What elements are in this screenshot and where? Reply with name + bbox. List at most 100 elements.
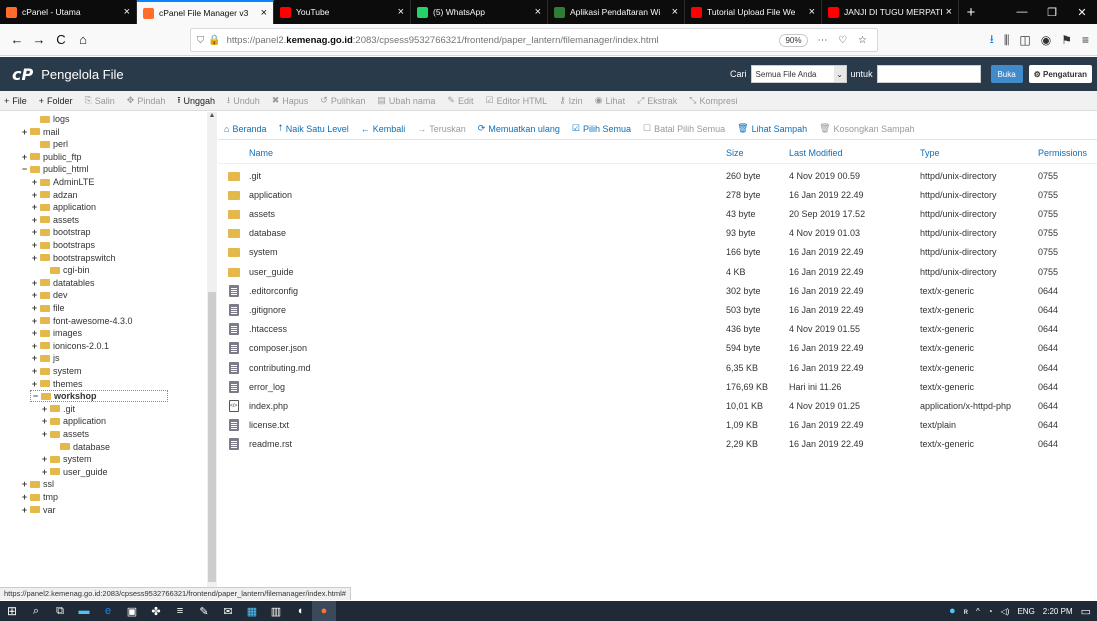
ekstrak-button[interactable]: ⤢ Ekstrak (637, 95, 677, 106)
close-icon[interactable]: × (261, 7, 267, 19)
file-name[interactable]: error_log (249, 382, 285, 392)
close-icon[interactable]: × (124, 6, 130, 18)
volume-icon[interactable]: ◁) (1001, 607, 1010, 616)
language-indicator[interactable]: ENG (1017, 607, 1034, 616)
expand-icon[interactable]: + (20, 479, 29, 489)
tree-item[interactable]: + application (30, 201, 96, 213)
table-row[interactable]: error_log 176,69 KB Hari ini 11.26 text/x-g… (218, 377, 1097, 396)
table-row[interactable]: system 166 byte 16 Jan 2019 22.49 httpd/uni… (218, 243, 1097, 262)
pilih-semua-button[interactable]: ☑ Pilih Semua (572, 123, 631, 134)
table-row[interactable]: database 93 byte 4 Nov 2019 01.03 httpd/uni… (218, 224, 1097, 243)
cpanel-logo[interactable]: cP (12, 65, 33, 84)
people-icon[interactable]: ʀ (964, 607, 968, 616)
tab-2[interactable]: YouTube × (274, 0, 411, 24)
tab-5[interactable]: Tutorial Upload File We × (685, 0, 822, 24)
file-name[interactable]: .htaccess (249, 324, 287, 334)
tab-1[interactable]: cPanel File Manager v3 × (137, 0, 274, 24)
expand-icon[interactable]: + (30, 215, 39, 225)
file-name[interactable]: assets (249, 209, 275, 219)
expand-icon[interactable]: + (30, 341, 39, 351)
tree-item[interactable]: perl (39, 138, 68, 150)
file-name[interactable]: .git (249, 171, 261, 181)
expand-icon[interactable]: + (30, 366, 39, 376)
shield-icon[interactable]: ⛉ (197, 35, 204, 46)
new-tab-icon[interactable]: + (959, 0, 983, 24)
col-name[interactable]: Name (249, 148, 273, 158)
kompresi-button[interactable]: ⤡ Kompresi (689, 95, 737, 106)
app-icon[interactable]: ◖ (288, 601, 312, 621)
tree-item[interactable]: + .git (40, 403, 75, 415)
table-row[interactable]: contributing.md 6,35 KB 16 Jan 2019 22.49 t… (218, 358, 1097, 377)
file-name[interactable]: composer.json (249, 343, 307, 353)
calculator-icon[interactable]: ▥ (264, 601, 288, 621)
file-name[interactable]: .editorconfig (249, 286, 298, 296)
table-row[interactable]: .editorconfig 302 byte 16 Jan 2019 22.49 te… (218, 281, 1097, 300)
expand-icon[interactable]: + (40, 429, 49, 439)
tree-item[interactable]: + bootstraps (30, 239, 95, 251)
tray-arrow-icon[interactable]: ^ (976, 607, 980, 616)
tab-6[interactable]: JANJI DI TUGU MERPATI × (822, 0, 959, 24)
tree-item[interactable]: + ionicons-2.0.1 (30, 340, 109, 352)
settings-button[interactable]: ⚙ Pengaturan (1028, 65, 1092, 83)
file-button[interactable]: + File (4, 96, 27, 106)
close-icon[interactable]: × (809, 6, 815, 18)
tree-item[interactable]: + dev (30, 289, 68, 301)
expand-icon[interactable]: + (30, 240, 39, 250)
teruskan-button[interactable]: → Teruskan (417, 124, 466, 134)
memuatkan-ulang-button[interactable]: ⟳ Memuatkan ulang (478, 123, 560, 134)
lock-icon[interactable]: 🔒 (208, 35, 220, 46)
tab-3[interactable]: (5) WhatsApp × (411, 0, 548, 24)
forward-icon[interactable]: → (28, 29, 50, 51)
tree-scrollbar[interactable]: ▲ (207, 112, 217, 587)
collapse-icon[interactable]: − (20, 164, 29, 174)
table-row[interactable]: license.txt 1,09 KB 16 Jan 2019 22.49 text/… (218, 416, 1097, 435)
files-icon[interactable]: ≡ (168, 601, 192, 621)
tree-item[interactable]: + assets (40, 428, 89, 440)
maximize-icon[interactable]: ❐ (1037, 0, 1067, 24)
menu-icon[interactable]: ≡ (1082, 33, 1089, 47)
tree-item[interactable]: database (59, 441, 110, 453)
paint-icon[interactable]: ✎ (192, 601, 216, 621)
col-modified[interactable]: Last Modified (789, 148, 843, 158)
search-icon[interactable]: ⌕ (24, 601, 48, 621)
tree-item[interactable]: + ssl (20, 478, 54, 490)
kembali-button[interactable]: ← Kembali (361, 124, 406, 134)
lihat-button[interactable]: ◉ Lihat (595, 95, 625, 106)
unggah-button[interactable]: ⭱ Unggah (177, 93, 215, 109)
file-name[interactable]: .gitignore (249, 305, 286, 315)
close-icon[interactable]: × (672, 6, 678, 18)
firefox-icon[interactable]: ● (312, 601, 336, 621)
table-row[interactable]: composer.json 594 byte 16 Jan 2019 22.49 te… (218, 339, 1097, 358)
tree-item[interactable]: + js (30, 352, 60, 364)
tree-item[interactable]: cgi-bin (49, 264, 90, 276)
expand-icon[interactable]: + (30, 202, 39, 212)
tree-item[interactable]: + system (30, 365, 82, 377)
expand-icon[interactable]: + (20, 152, 29, 162)
expand-icon[interactable]: + (30, 379, 39, 389)
tree-item[interactable]: + system (40, 453, 92, 465)
col-size[interactable]: Size (726, 148, 744, 158)
file-name[interactable]: readme.rst (249, 439, 292, 449)
naik-satu-level-button[interactable]: ⭡ Naik Satu Level (278, 123, 348, 134)
file-name[interactable]: system (249, 247, 278, 257)
tree-item[interactable]: logs (39, 113, 70, 125)
store-icon[interactable]: ▬ (72, 601, 96, 621)
tree-item[interactable]: + AdminLTE (30, 176, 95, 188)
tree-item[interactable]: − workshop (30, 390, 168, 403)
home-icon[interactable]: ⌂ (72, 29, 94, 51)
extension-icon[interactable]: ⚑ (1061, 33, 1072, 47)
photos-icon[interactable]: ▦ (240, 601, 264, 621)
back-icon[interactable]: ← (6, 29, 28, 51)
scroll-up-icon[interactable]: ▲ (207, 112, 217, 122)
close-window-icon[interactable]: ✕ (1067, 0, 1097, 24)
expand-icon[interactable]: + (40, 467, 49, 477)
expand-icon[interactable]: + (40, 416, 49, 426)
minimize-icon[interactable]: — (1007, 0, 1037, 24)
notification-icon[interactable]: ▭ (1081, 605, 1091, 618)
search-go-button[interactable]: Buka (990, 65, 1023, 83)
tree-item[interactable]: + adzan (30, 189, 78, 201)
file-name[interactable]: application (249, 190, 292, 200)
clock[interactable]: 2:20 PM (1043, 607, 1073, 616)
file-name[interactable]: license.txt (249, 420, 289, 430)
file-name[interactable]: user_guide (249, 267, 294, 277)
